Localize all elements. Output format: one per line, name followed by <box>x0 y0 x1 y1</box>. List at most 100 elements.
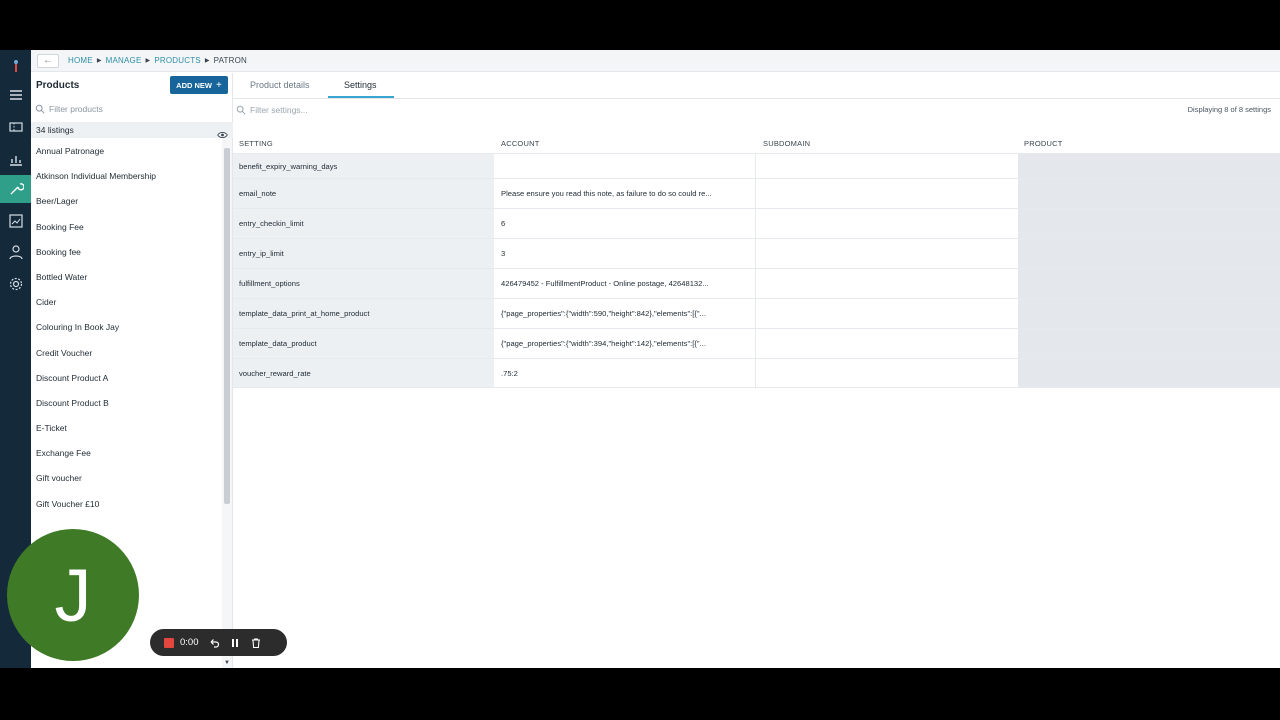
product-tabs: Product details Settings <box>233 73 1280 99</box>
add-new-button[interactable]: ADD NEW + <box>170 76 228 94</box>
ticket-icon[interactable] <box>0 113 31 141</box>
column-header-subdomain[interactable]: SUBDOMAIN <box>763 139 810 148</box>
listings-bar: 34 listings <box>31 122 233 138</box>
recorder-controls: 0:00 <box>150 629 287 656</box>
scrollbar-thumb[interactable] <box>224 148 230 504</box>
column-header-product[interactable]: PRODUCT <box>1024 139 1062 148</box>
listings-count: 34 listings <box>36 125 74 135</box>
table-row[interactable]: fulfillment_options 426479452 - Fulfillm… <box>233 268 1280 298</box>
breadcrumb: HOME ▶ MANAGE ▶ PRODUCTS ▶ PATRON <box>68 56 247 65</box>
table-row[interactable]: entry_checkin_limit 6 <box>233 208 1280 238</box>
product-item[interactable]: Gift Voucher £10 <box>31 499 221 524</box>
tools-icon[interactable] <box>0 175 31 203</box>
back-arrow-icon: ← <box>43 55 53 66</box>
account-value[interactable]: 6 <box>494 209 756 238</box>
product-item[interactable]: Beer/Lager <box>31 196 221 221</box>
setting-name: template_data_product <box>233 329 494 358</box>
table-row[interactable]: template_data_print_at_home_product {"pa… <box>233 298 1280 328</box>
account-value[interactable]: 426479452 - FulfillmentProduct - Online … <box>494 269 756 298</box>
table-header: SETTING ACCOUNT SUBDOMAIN PRODUCT <box>233 133 1280 153</box>
product-item[interactable]: Discount Product B <box>31 398 221 423</box>
recording-time: 0:00 <box>180 637 199 648</box>
breadcrumb-separator-icon: ▶ <box>204 58 210 64</box>
product-value[interactable] <box>1018 154 1280 178</box>
table-row[interactable]: email_note Please ensure you read this n… <box>233 178 1280 208</box>
product-filter <box>35 101 223 117</box>
product-value[interactable] <box>1018 239 1280 268</box>
subdomain-value[interactable] <box>756 239 1018 268</box>
chart-icon[interactable] <box>0 145 31 173</box>
account-value[interactable]: Please ensure you read this note, as fai… <box>494 179 756 208</box>
scroll-down-icon[interactable]: ▼ <box>224 660 230 666</box>
undo-icon[interactable] <box>208 637 220 649</box>
product-item[interactable]: Gift voucher <box>31 473 221 498</box>
product-item[interactable]: Bottled Water <box>31 272 221 297</box>
table-row[interactable]: template_data_product {"page_properties"… <box>233 328 1280 358</box>
stop-record-button[interactable] <box>164 637 174 648</box>
setting-name: entry_checkin_limit <box>233 209 494 238</box>
subdomain-value[interactable] <box>756 269 1018 298</box>
app-frame: ← HOME ▶ MANAGE ▶ PRODUCTS ▶ PATRON Prod… <box>0 50 1280 668</box>
active-tab-indicator <box>328 96 394 98</box>
logo-icon[interactable] <box>0 52 31 80</box>
back-button[interactable]: ← <box>37 54 59 68</box>
breadcrumb-products[interactable]: PRODUCTS <box>154 56 201 65</box>
account-value[interactable] <box>494 154 756 178</box>
account-value[interactable]: {"page_properties":{"width":394,"height"… <box>494 329 756 358</box>
subdomain-value[interactable] <box>756 209 1018 238</box>
menu-icon[interactable] <box>0 81 31 109</box>
subdomain-value[interactable] <box>756 329 1018 358</box>
product-value[interactable] <box>1018 359 1280 387</box>
product-filter-input[interactable] <box>49 104 219 114</box>
settings-count: Displaying 8 of 8 settings <box>1187 105 1271 114</box>
setting-name: entry_ip_limit <box>233 239 494 268</box>
product-item[interactable]: Colouring In Book Jay <box>31 322 221 347</box>
product-item[interactable]: Exchange Fee <box>31 448 221 473</box>
account-value[interactable]: {"page_properties":{"width":590,"height"… <box>494 299 756 328</box>
subdomain-value[interactable] <box>756 359 1018 387</box>
account-value[interactable]: .75:2 <box>494 359 756 387</box>
table-row[interactable]: entry_ip_limit 3 <box>233 238 1280 268</box>
subdomain-value[interactable] <box>756 179 1018 208</box>
tab-product-details[interactable]: Product details <box>250 80 310 90</box>
subdomain-value[interactable] <box>756 154 1018 178</box>
product-item[interactable]: Cider <box>31 297 221 322</box>
product-item[interactable]: E-Ticket <box>31 423 221 448</box>
account-value[interactable]: 3 <box>494 239 756 268</box>
setting-name: email_note <box>233 179 494 208</box>
product-list: Annual Patronage Atkinson Individual Mem… <box>31 146 221 524</box>
column-header-account[interactable]: ACCOUNT <box>501 139 539 148</box>
product-list-scrollbar[interactable]: ▼ <box>222 138 232 668</box>
product-value[interactable] <box>1018 329 1280 358</box>
settings-filter-input[interactable] <box>250 105 510 115</box>
gear-icon[interactable] <box>0 270 31 298</box>
breadcrumb-manage[interactable]: MANAGE <box>106 56 142 65</box>
add-new-label: ADD NEW <box>176 80 212 90</box>
product-item[interactable]: Booking fee <box>31 247 221 272</box>
product-item[interactable]: Annual Patronage <box>31 146 221 171</box>
reports-icon[interactable] <box>0 207 31 235</box>
product-value[interactable] <box>1018 179 1280 208</box>
product-value[interactable] <box>1018 299 1280 328</box>
product-item[interactable]: Booking Fee <box>31 222 221 247</box>
product-item[interactable]: Atkinson Individual Membership <box>31 171 221 196</box>
table-body: benefit_expiry_warning_days email_note P… <box>233 153 1280 388</box>
product-value[interactable] <box>1018 269 1280 298</box>
subdomain-value[interactable] <box>756 299 1018 328</box>
pause-icon[interactable] <box>229 637 241 649</box>
breadcrumb-home[interactable]: HOME <box>68 56 93 65</box>
recorder-avatar: J <box>7 529 139 661</box>
product-item[interactable]: Credit Voucher <box>31 348 221 373</box>
setting-name: fulfillment_options <box>233 269 494 298</box>
trash-icon[interactable] <box>250 637 262 649</box>
user-icon[interactable] <box>0 238 31 266</box>
product-item[interactable]: Discount Product A <box>31 373 221 398</box>
setting-name: template_data_print_at_home_product <box>233 299 494 328</box>
breadcrumb-separator-icon: ▶ <box>96 58 102 64</box>
table-row[interactable]: benefit_expiry_warning_days <box>233 153 1280 178</box>
table-row[interactable]: voucher_reward_rate .75:2 <box>233 358 1280 388</box>
column-header-setting[interactable]: SETTING <box>239 139 273 148</box>
tab-settings[interactable]: Settings <box>344 80 377 90</box>
search-icon <box>35 104 45 114</box>
product-value[interactable] <box>1018 209 1280 238</box>
